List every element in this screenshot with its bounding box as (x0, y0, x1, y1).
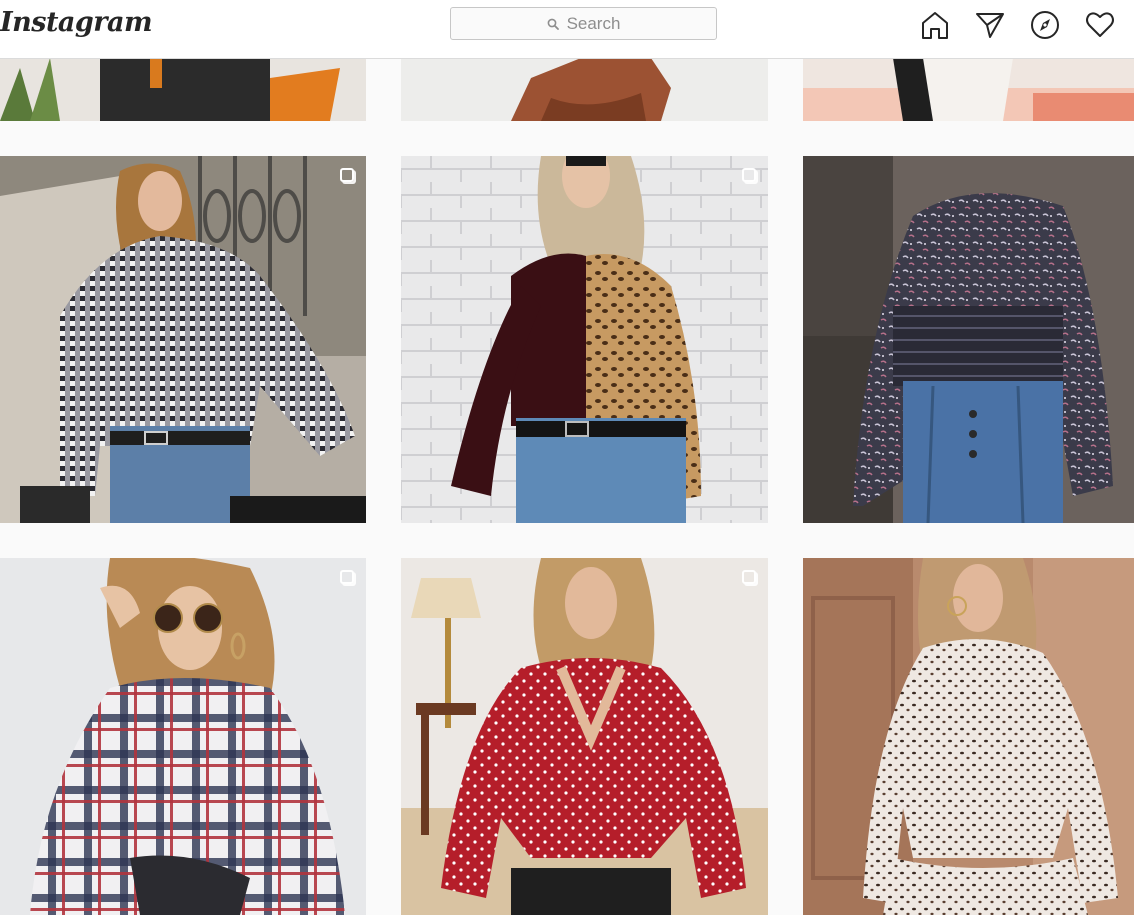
carousel-icon (742, 570, 756, 584)
post-image (803, 58, 1134, 121)
post-gingham-shirt[interactable] (0, 156, 366, 523)
search-placeholder: Search (566, 13, 621, 33)
post-image (803, 558, 1134, 915)
post-grid (0, 0, 1134, 915)
post-image (0, 558, 366, 915)
carousel-icon (340, 570, 354, 584)
carousel-icon (340, 168, 354, 182)
post-top-3[interactable] (803, 58, 1134, 121)
post-top-1[interactable] (0, 58, 366, 121)
top-navigation-bar: Instagram Search (0, 0, 1134, 59)
post-image (803, 156, 1134, 523)
post-image (401, 58, 768, 121)
search-input[interactable]: Search (450, 7, 717, 40)
search-icon (547, 18, 559, 30)
post-image (0, 156, 366, 523)
home-icon[interactable] (920, 10, 950, 40)
post-image (401, 558, 768, 915)
explore-icon[interactable] (1030, 10, 1060, 40)
post-leopard-print-tiered-blouse[interactable] (803, 558, 1134, 915)
instagram-logo[interactable]: Instagram (0, 7, 153, 38)
post-image (0, 58, 366, 121)
activity-heart-icon[interactable] (1085, 10, 1115, 40)
post-image (401, 156, 768, 523)
post-leopard-colorblock-top[interactable] (401, 156, 768, 523)
post-plaid-tie-front-shirt[interactable] (0, 558, 366, 915)
post-floral-shirred-blouse[interactable] (803, 156, 1134, 523)
carousel-icon (742, 168, 756, 182)
direct-message-icon[interactable] (975, 10, 1005, 40)
post-top-2[interactable] (401, 58, 768, 121)
post-red-polka-dot-blouse[interactable] (401, 558, 768, 915)
